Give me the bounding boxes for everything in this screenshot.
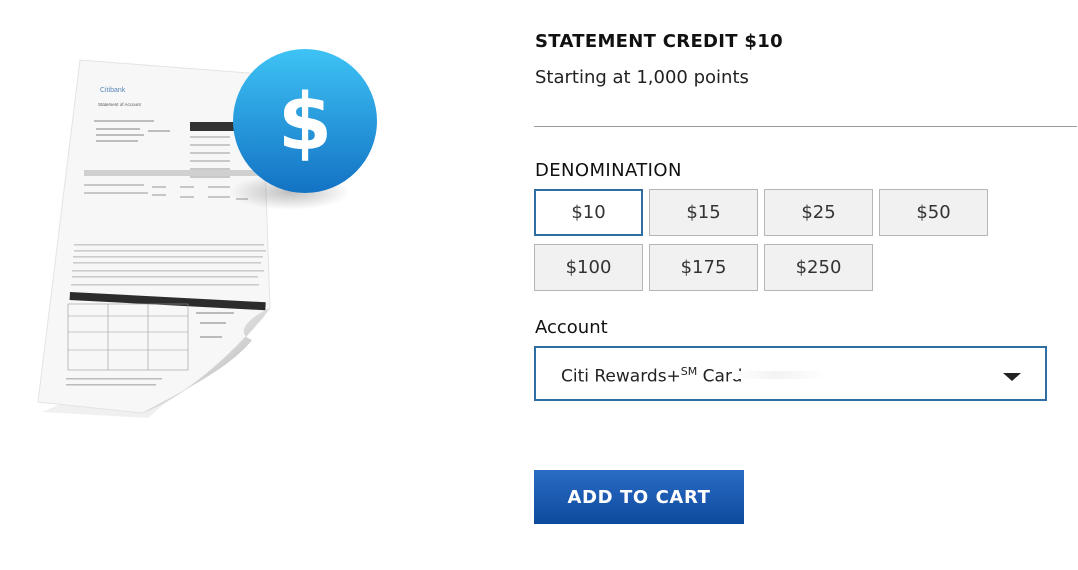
denomination-option-10[interactable]: $10 xyxy=(534,189,643,236)
service-mark: SM xyxy=(680,365,698,378)
divider xyxy=(534,126,1077,127)
statement-illustration: Citibank Statement of Account $ xyxy=(30,40,390,430)
account-label: Account xyxy=(535,317,608,338)
denomination-option-25[interactable]: $25 xyxy=(764,189,873,236)
masked-account-number xyxy=(732,371,824,379)
denomination-label: DENOMINATION xyxy=(535,160,682,181)
account-selected-value: Citi Rewards+SM Card xyxy=(561,365,742,387)
doc-title-text: Statement of Account xyxy=(98,102,142,107)
denomination-option-50[interactable]: $50 xyxy=(879,189,988,236)
denomination-option-100[interactable]: $100 xyxy=(534,244,643,291)
product-subtitle: Starting at 1,000 points xyxy=(535,67,749,88)
dollar-coin-icon: $ xyxy=(233,49,377,193)
denomination-option-175[interactable]: $175 xyxy=(649,244,758,291)
caret-down-icon xyxy=(1003,373,1021,381)
add-to-cart-button[interactable]: ADD TO CART xyxy=(534,470,744,524)
denomination-option-250[interactable]: $250 xyxy=(764,244,873,291)
dollar-symbol: $ xyxy=(278,78,332,168)
account-card-name: Citi Rewards+ xyxy=(561,366,681,387)
denomination-option-15[interactable]: $15 xyxy=(649,189,758,236)
product-title: STATEMENT CREDIT $10 xyxy=(535,31,783,52)
doc-brand-text: Citibank xyxy=(100,87,126,94)
account-select[interactable]: Citi Rewards+SM Card xyxy=(534,346,1047,401)
statement-document-image: Citibank Statement of Account $ xyxy=(37,49,377,418)
